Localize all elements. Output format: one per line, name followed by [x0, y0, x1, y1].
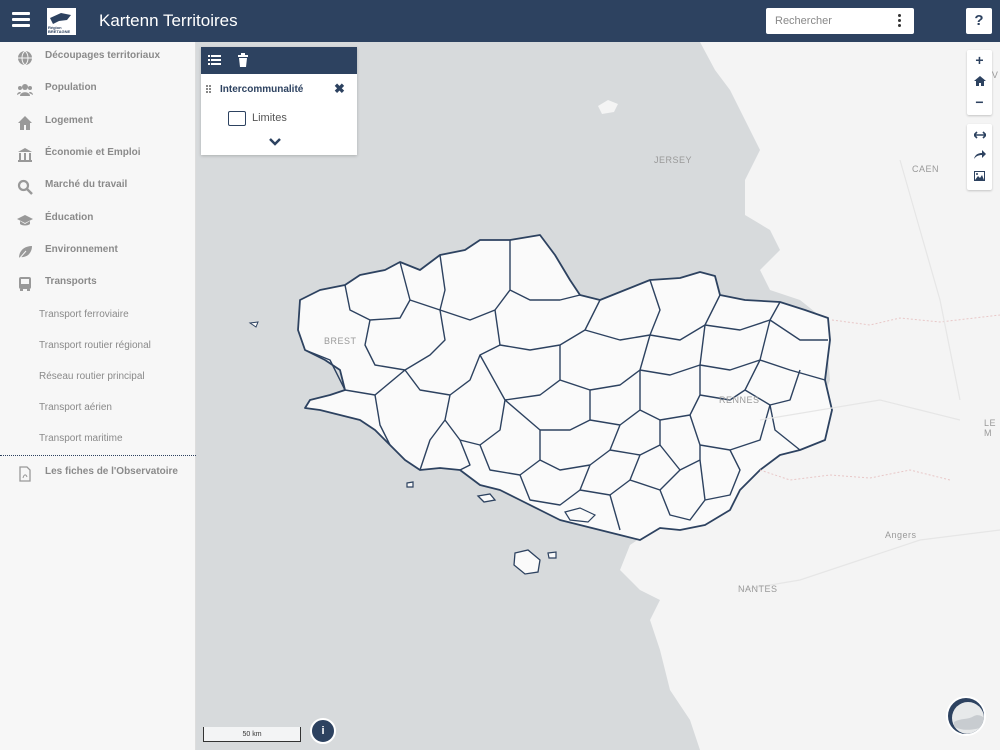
pdf-file-icon — [19, 466, 31, 482]
legend-checkbox[interactable] — [228, 111, 246, 126]
map-label-le-mans: LE M — [984, 418, 997, 438]
leaf-icon — [18, 246, 32, 260]
map-label-angers: Angers — [885, 530, 917, 540]
sidebar-subitem-maritime[interactable]: Transport maritime — [0, 426, 196, 454]
help-button[interactable]: ? — [966, 8, 992, 34]
users-icon — [17, 84, 33, 96]
sidebar-divider — [0, 455, 196, 456]
sidebar-subitem-label: Transport aérien — [39, 402, 112, 413]
info-button[interactable]: i — [310, 718, 336, 744]
sidebar-item-label: Population — [45, 82, 97, 93]
layer-list-icon[interactable] — [208, 53, 222, 67]
sidebar-item-label: Marché du travail — [45, 179, 128, 190]
search-box — [766, 8, 914, 34]
sidebar-item-environnement[interactable]: Environnement — [0, 236, 196, 268]
sidebar-item-marche-travail[interactable]: Marché du travail — [0, 171, 196, 203]
sidebar-subitem-label: Transport maritime — [39, 433, 123, 444]
close-icon[interactable]: ✖ — [334, 81, 345, 97]
export-image-button[interactable] — [967, 166, 992, 187]
home-icon — [18, 116, 32, 130]
sidebar-item-population[interactable]: Population — [0, 74, 196, 106]
sidebar: Découpages territoriaux Population Logem… — [0, 42, 196, 750]
map-label-brest: BREST — [324, 336, 357, 346]
map-label-nantes: NANTES — [738, 584, 778, 594]
region-logo: Région BRETAGNE — [47, 8, 76, 35]
search-input[interactable] — [766, 8, 891, 34]
tool-controls — [967, 124, 992, 190]
chevron-down-icon[interactable] — [268, 137, 282, 147]
scale-bar: 50 km — [203, 727, 301, 742]
search-options-icon[interactable] — [898, 14, 902, 28]
search-icon — [17, 179, 33, 195]
map-label-jersey: JERSEY — [654, 155, 693, 165]
drag-handle-icon[interactable] — [206, 85, 212, 95]
sidebar-item-label: Les fiches de l'Observatoire — [45, 466, 178, 477]
sidebar-item-label: Environnement — [45, 244, 118, 255]
measure-button[interactable] — [967, 124, 992, 145]
sidebar-item-fiches[interactable]: Les fiches de l'Observatoire — [0, 458, 196, 490]
map-label-rennes: RENNES — [719, 395, 760, 405]
sidebar-item-label: Découpages territoriaux — [45, 50, 161, 61]
graduation-cap-icon — [17, 215, 33, 226]
zoom-out-button[interactable]: − — [967, 92, 992, 113]
basemap-switcher-button[interactable] — [946, 696, 986, 736]
sidebar-subitem-label: Transport routier régional — [39, 340, 151, 351]
sidebar-item-label: Transports — [45, 276, 97, 287]
sidebar-item-label: Logement — [45, 115, 93, 126]
image-icon — [974, 171, 985, 181]
logo-text: Région BRETAGNE — [48, 25, 71, 34]
layer-toolbar — [201, 47, 357, 74]
sidebar-subitem-aerien[interactable]: Transport aérien — [0, 395, 196, 423]
sidebar-item-logement[interactable]: Logement — [0, 107, 196, 139]
zoom-controls: + − — [967, 50, 992, 115]
app-title: Kartenn Territoires — [99, 11, 238, 30]
globe-icon — [18, 50, 32, 66]
trash-icon[interactable] — [236, 53, 250, 67]
layer-name: Intercommunalité — [220, 84, 304, 95]
sidebar-subitem-routier-regional[interactable]: Transport routier régional — [0, 333, 196, 361]
home-button[interactable] — [967, 71, 992, 92]
sidebar-item-transports[interactable]: Transports — [0, 268, 196, 300]
bus-icon — [19, 277, 31, 291]
legend-label: Limites — [252, 112, 287, 124]
measure-icon — [972, 131, 987, 139]
bank-icon — [18, 148, 32, 162]
menu-icon[interactable] — [12, 12, 30, 30]
share-icon — [973, 150, 986, 159]
sidebar-item-label: Économie et Emploi — [45, 147, 141, 158]
sidebar-item-decoupages[interactable]: Découpages territoriaux — [0, 42, 196, 74]
sidebar-item-education[interactable]: Éducation — [0, 204, 196, 236]
sidebar-subitem-label: Transport ferroviaire — [39, 309, 129, 320]
sidebar-subitem-label: Réseau routier principal — [39, 371, 145, 382]
sidebar-item-label: Éducation — [45, 212, 94, 223]
layer-header: Intercommunalité ✖ — [201, 74, 357, 104]
sidebar-subitem-ferroviaire[interactable]: Transport ferroviaire — [0, 302, 196, 330]
sidebar-item-economie[interactable]: Économie et Emploi — [0, 139, 196, 171]
home-icon — [973, 76, 986, 86]
app-header: Région BRETAGNE Kartenn Territoires ? — [0, 0, 1000, 42]
zoom-in-button[interactable]: + — [967, 50, 992, 71]
share-button[interactable] — [967, 145, 992, 166]
sidebar-subitem-reseau-routier[interactable]: Réseau routier principal — [0, 364, 196, 392]
map-label-caen: CAEN — [912, 164, 940, 174]
